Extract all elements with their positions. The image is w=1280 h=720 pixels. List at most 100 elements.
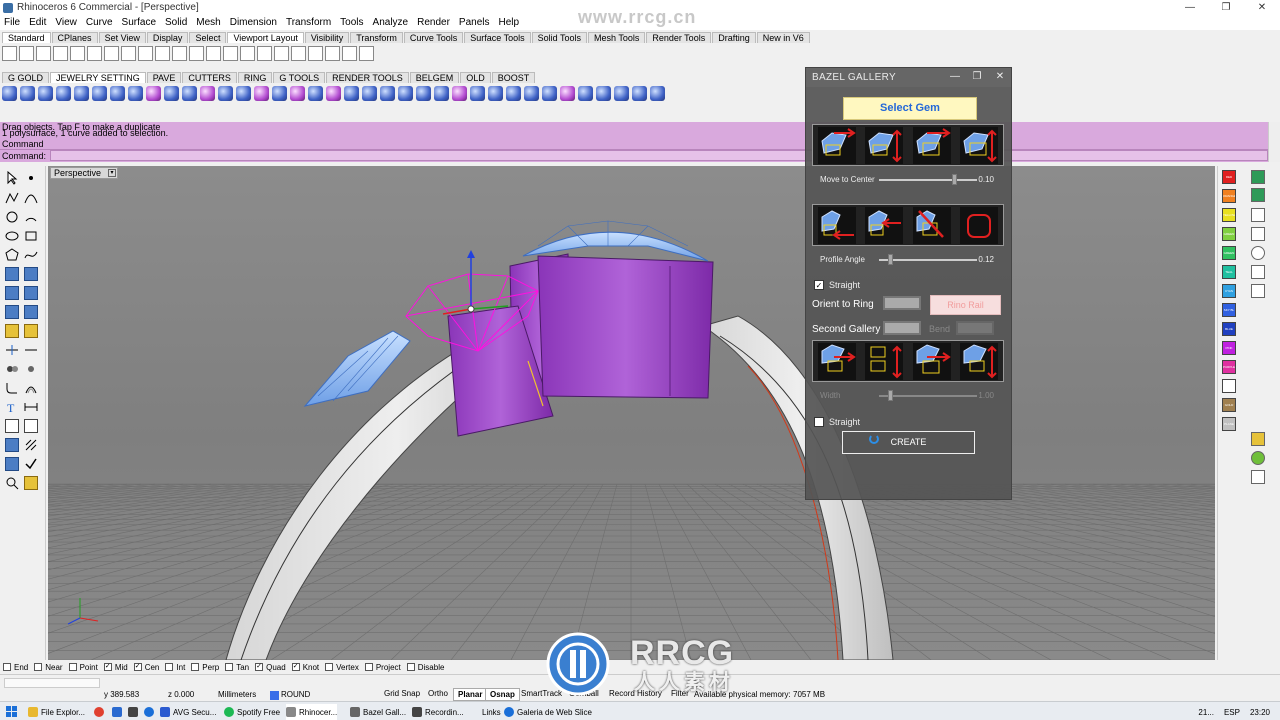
slider-track[interactable] <box>879 395 977 397</box>
arc-icon[interactable] <box>24 210 38 224</box>
tab-boost[interactable]: BOOST <box>491 72 536 83</box>
ortho-toggle[interactable]: Ortho <box>424 688 452 701</box>
taskbar-recording[interactable]: Recordin... <box>412 704 464 720</box>
render-icon[interactable] <box>24 476 38 490</box>
viewport-layout-icon[interactable] <box>53 46 68 61</box>
gem-icon[interactable] <box>506 86 521 101</box>
display-icon[interactable] <box>240 46 255 61</box>
osnap-point[interactable]: Point <box>68 663 98 672</box>
menu-curve[interactable]: Curve <box>86 17 113 28</box>
minimize-button[interactable]: — <box>1172 0 1208 15</box>
viewport-layout-icon[interactable] <box>104 46 119 61</box>
fillet-icon[interactable] <box>5 381 19 395</box>
prong-icon[interactable] <box>200 86 215 101</box>
osnap-quad[interactable]: ✓ Quad <box>255 663 286 672</box>
scene-canvas[interactable] <box>48 166 1215 660</box>
layer-swatch[interactable]: GOLD <box>1222 398 1236 412</box>
layer-swatch[interactable]: TEAL <box>1222 265 1236 279</box>
gem-icon[interactable] <box>524 86 539 101</box>
tab-curve-tools[interactable]: Curve Tools <box>403 32 464 43</box>
slider-thumb[interactable] <box>887 390 893 401</box>
gem-icon[interactable] <box>56 86 71 101</box>
tab-set-view[interactable]: Set View <box>98 32 146 43</box>
viewport-tabs[interactable] <box>4 678 100 688</box>
osnap-end[interactable]: End <box>3 663 28 672</box>
gallery-style-option[interactable] <box>817 206 856 244</box>
layer-swatch[interactable]: RED <box>1222 170 1236 184</box>
tab-cplanes[interactable]: CPlanes <box>51 32 98 43</box>
menu-help[interactable]: Help <box>499 17 520 28</box>
layer-swatch[interactable]: YELLOW <box>1222 208 1236 222</box>
trim-icon[interactable] <box>5 343 19 357</box>
dialog-maximize-button[interactable]: ❐ <box>969 70 985 84</box>
taskbar-app[interactable] <box>112 704 125 720</box>
tab-belgem[interactable]: BELGEM <box>409 72 460 83</box>
taskbar-web-slice[interactable]: Galeria de Web Slice <box>504 704 592 720</box>
taskbar-avg[interactable]: AVG Secu... <box>160 704 216 720</box>
osnap-checkbox[interactable]: ✓ <box>103 663 112 671</box>
move-to-center-slider[interactable]: Move to Center 0.10 <box>812 170 1004 190</box>
tab-g-gold[interactable]: G GOLD <box>2 72 50 83</box>
explode-icon[interactable] <box>24 362 38 376</box>
rino-rail-button[interactable]: Rino Rail <box>930 295 1001 315</box>
gem-icon[interactable] <box>596 86 611 101</box>
gem-cluster-icon[interactable] <box>344 86 359 101</box>
osnap-checkbox[interactable] <box>165 663 174 671</box>
osnap-near[interactable]: Near <box>34 663 63 672</box>
dimension-icon[interactable] <box>24 400 38 414</box>
osnap-checkbox[interactable] <box>34 663 43 671</box>
osnap-vertex[interactable]: Vertex <box>325 663 359 672</box>
circle-icon[interactable] <box>5 210 19 224</box>
tab-cutters[interactable]: CUTTERS <box>182 72 237 83</box>
point-icon[interactable] <box>24 171 38 185</box>
orient-to-ring-toggle[interactable] <box>883 296 921 310</box>
gallery-style-option[interactable] <box>817 126 856 164</box>
cube-icon[interactable] <box>1251 265 1265 279</box>
command-scrollbar[interactable] <box>1268 122 1280 162</box>
grid-icon[interactable] <box>1251 208 1265 222</box>
planar-toggle[interactable]: Planar <box>453 688 488 701</box>
rectangle-icon[interactable] <box>24 229 38 243</box>
menu-analyze[interactable]: Analyze <box>373 17 409 28</box>
ellipse-icon[interactable] <box>5 229 19 243</box>
mesh-icon[interactable] <box>24 305 38 319</box>
layer-swatch[interactable]: ORANGE <box>1222 189 1236 203</box>
split-view-icon[interactable] <box>274 46 289 61</box>
hatch-icon[interactable] <box>24 438 38 452</box>
layer-swatch[interactable]: PLANE <box>1222 417 1236 431</box>
menu-transform[interactable]: Transform <box>286 17 331 28</box>
menu-solid[interactable]: Solid <box>165 17 187 28</box>
osnap-checkbox[interactable] <box>191 663 200 671</box>
boolean-icon[interactable] <box>5 324 19 338</box>
osnap-int[interactable]: Int <box>165 663 185 672</box>
gallery-style-option[interactable] <box>960 342 999 380</box>
slider-thumb[interactable] <box>887 254 893 265</box>
gem-icon[interactable] <box>128 86 143 101</box>
material-icon[interactable] <box>1251 432 1265 446</box>
tab-visibility[interactable]: Visibility <box>304 32 350 43</box>
curve-analysis-icon[interactable] <box>1251 188 1265 202</box>
menu-render[interactable]: Render <box>417 17 450 28</box>
second-gallery-toggle[interactable] <box>883 321 921 335</box>
cube-icon[interactable] <box>5 438 19 452</box>
menu-panels[interactable]: Panels <box>459 17 490 28</box>
gem-icon[interactable] <box>542 86 557 101</box>
slider-track[interactable] <box>879 259 977 261</box>
weather-temp[interactable]: 21... <box>1198 708 1214 717</box>
array-icon[interactable] <box>24 419 38 433</box>
gem-icon[interactable] <box>470 86 485 101</box>
width-slider[interactable]: Width 1.00 <box>812 386 1004 406</box>
grid-snap-toggle[interactable]: Grid Snap <box>380 688 424 701</box>
close-button[interactable]: ✕ <box>1244 0 1280 15</box>
window-icon[interactable] <box>359 46 374 61</box>
check-icon[interactable] <box>24 457 38 471</box>
layer-swatch[interactable]: BLUE <box>1222 322 1236 336</box>
tab-select[interactable]: Select <box>189 32 227 43</box>
taskbar-links[interactable]: Links <box>482 704 501 720</box>
gem-icon[interactable] <box>416 86 431 101</box>
tab-display[interactable]: Display <box>146 32 189 43</box>
layer-swatch[interactable]: PURPLE <box>1222 360 1236 374</box>
osnap-checkbox[interactable] <box>225 663 234 671</box>
taskbar-chrome[interactable] <box>94 704 107 720</box>
gem-icon[interactable] <box>488 86 503 101</box>
